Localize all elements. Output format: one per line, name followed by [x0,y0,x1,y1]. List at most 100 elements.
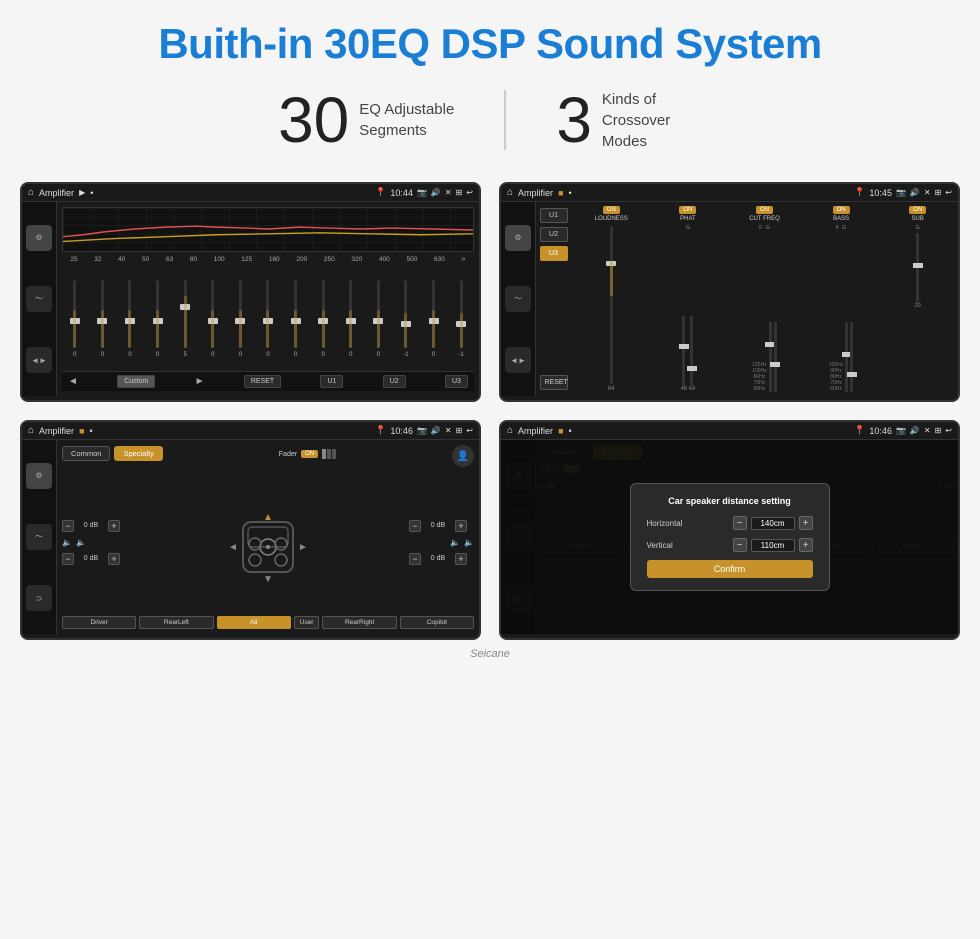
eq-slider-2[interactable]: 0 [117,278,143,358]
eq-slider-14[interactable]: -1 [448,278,474,358]
crossover-label: Kinds ofCrossover Modes [602,89,702,152]
screen4-topbar: ⌂ Amplifier ■ • 📍 10:46 📷 🔊 ✕ ⊞ ↩ [501,422,958,440]
eq-slider-11[interactable]: 0 [366,278,392,358]
fader-on[interactable]: ON [301,450,318,458]
horizontal-minus[interactable]: − [733,516,747,530]
sub-track[interactable] [916,233,919,303]
camera-icon4: 📷 [896,426,906,435]
eq-slider-5[interactable]: 0 [200,278,226,358]
xo-u1-btn[interactable]: U1 [540,208,568,223]
sp-all-btn[interactable]: All [217,616,291,629]
sp-speaker-icons-r: 🔈 🔈 [409,538,474,547]
topbar3-left: ⌂ Amplifier ■ • [28,425,93,436]
sp-plus-fl[interactable]: + [108,520,120,532]
confirm-button[interactable]: Confirm [647,560,813,578]
sp-user-btn[interactable]: User [294,616,320,629]
eq-slider-1[interactable]: 0 [90,278,116,358]
xo-settings-btn[interactable]: ⚙ [505,225,531,251]
eq-custom-btn[interactable]: Custom [117,375,155,388]
eq-slider-7[interactable]: 0 [255,278,281,358]
watermark: Seicane [470,648,510,660]
screen2-topbar: ⌂ Amplifier ■ • 📍 10:45 📷 🔊 ✕ ⊞ ↩ [501,184,958,202]
sp-minus-fr[interactable]: − [409,520,421,532]
eq-reset-btn[interactable]: RESET [244,375,281,388]
eq-wave-btn[interactable]: 〜 [26,286,52,312]
home-icon4: ⌂ [507,425,513,436]
sp-rearright-btn[interactable]: RearRight [322,616,396,629]
xo-wave-btn[interactable]: 〜 [505,286,531,312]
eq-u2-btn[interactable]: U2 [383,375,406,388]
sp-driver-btn[interactable]: Driver [62,616,136,629]
sp-rearleft-btn[interactable]: RearLeft [139,616,213,629]
eq-slider-0[interactable]: 0 [62,278,88,358]
phat-track1[interactable] [682,316,685,386]
loudness-slider[interactable] [610,226,613,384]
sp-settings-btn[interactable]: ⚙ [26,463,52,489]
distance-dialog: Car speaker distance setting Horizontal … [630,483,830,591]
sp-plus-fr[interactable]: + [455,520,467,532]
phat-label: PHAT [680,216,696,222]
prev-arrow[interactable]: ◄ [68,376,78,387]
xo-volume-btn[interactable]: ◄► [505,347,531,373]
back-icon4: ↩ [945,426,952,435]
sp-minus-fl[interactable]: − [62,520,74,532]
phat-track2[interactable] [690,316,693,386]
sp-specialty-tab[interactable]: Specialty [114,446,162,461]
eq-slider-3[interactable]: 0 [145,278,171,358]
cutfreq-track1[interactable] [769,322,772,392]
xo-sub: ON SUB G 20 [880,206,955,392]
cutfreq-on[interactable]: ON [756,206,773,214]
phat-on[interactable]: ON [679,206,696,214]
sp-bt-btn[interactable]: ⊃ [26,585,52,611]
cutfreq-sliders: 125Hz100Hz80Hz70Hz60Hz [752,231,776,392]
stat-eq: 30 EQ AdjustableSegments [228,88,504,152]
xo-u2-btn[interactable]: U2 [540,227,568,242]
sp-plus-rl[interactable]: + [108,553,120,565]
eq-slider-9[interactable]: 0 [310,278,336,358]
car-svg: ▲ ▼ ◄ ► [223,492,313,592]
sp-minus-rr[interactable]: − [409,553,421,565]
bass-track2[interactable] [850,322,853,392]
sp-wave-btn[interactable]: 〜 [26,524,52,550]
next-arrow[interactable]: ► [195,376,205,387]
bass-on[interactable]: ON [833,206,850,214]
volume-icon: 🔊 [431,188,441,197]
horizontal-label: Horizontal [647,519,683,528]
xo-u3-btn[interactable]: U3 [540,246,568,261]
eq-graph [62,207,474,252]
eq-settings-btn[interactable]: ⚙ [26,225,52,251]
sub-on[interactable]: ON [909,206,926,214]
phat-sliders: 48 64 [681,233,695,392]
loudness-on[interactable]: ON [603,206,620,214]
eq-volume-btn[interactable]: ◄► [26,347,52,373]
topbar4-right: 📍 10:46 📷 🔊 ✕ ⊞ ↩ [854,425,952,436]
eq-slider-13[interactable]: 0 [421,278,447,358]
xo-reset-btn[interactable]: RESET [540,375,568,390]
sp-val-fr: 0 dB [424,522,452,529]
cutfreq-track2[interactable] [774,322,777,392]
eq-slider-10[interactable]: 0 [338,278,364,358]
sp-layout: − 0 dB + 🔈 🔈 − 0 dB + [62,472,474,612]
eq-slider-4[interactable]: 5 [172,278,198,358]
sp-copilot-btn[interactable]: Copilot [400,616,474,629]
screen1-title: Amplifier [39,188,74,198]
horizontal-row: Horizontal − 140cm + [647,516,813,530]
track-13 [432,280,435,348]
eq-u3-btn[interactable]: U3 [445,375,468,388]
phat-thumb2 [687,366,697,371]
eq-slider-6[interactable]: 0 [228,278,254,358]
vertical-minus[interactable]: − [733,538,747,552]
bass-track1[interactable] [845,322,848,392]
eq-u1-btn[interactable]: U1 [320,375,343,388]
sp-plus-rr[interactable]: + [455,553,467,565]
grid-icon: ⊞ [456,188,463,197]
user-avatar[interactable]: 👤 [452,445,474,467]
location-icon3: 📍 [375,425,386,436]
sp-common-tab[interactable]: Common [62,446,110,461]
horizontal-plus[interactable]: + [799,516,813,530]
volume-icon3: 🔊 [431,426,441,435]
sp-minus-rl[interactable]: − [62,553,74,565]
eq-slider-12[interactable]: -1 [393,278,419,358]
eq-slider-8[interactable]: 0 [283,278,309,358]
vertical-plus[interactable]: + [799,538,813,552]
